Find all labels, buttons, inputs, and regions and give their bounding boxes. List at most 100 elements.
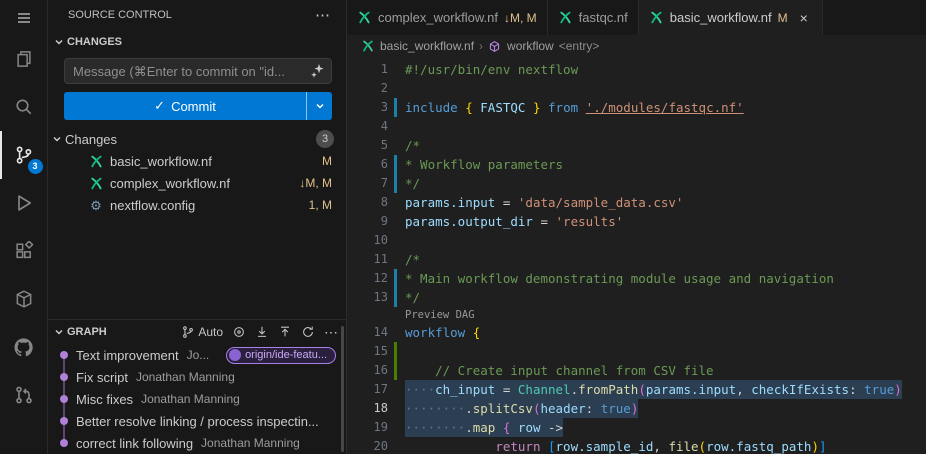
code-line: 1 #!/usr/bin/env nextflow <box>347 60 926 79</box>
nextflow-file-icon <box>649 10 664 25</box>
editor-tab[interactable]: fastqc.nf <box>548 0 639 35</box>
git-gutter <box>394 307 397 323</box>
extensions-button[interactable] <box>0 227 48 275</box>
line-number[interactable]: 16 <box>347 361 388 380</box>
tab-close-icon[interactable]: × <box>796 10 812 26</box>
line-content[interactable]: ········.splitCsv(header: true) <box>405 399 638 418</box>
line-number[interactable]: 5 <box>347 136 388 155</box>
commit-row[interactable]: Better resolve linking / process inspect… <box>48 410 346 432</box>
explorer-button[interactable] <box>0 35 48 83</box>
graph-controls: Auto ⋯ <box>181 324 338 341</box>
nextflow-file-icon <box>89 176 104 191</box>
line-number[interactable]: 18 <box>347 399 388 418</box>
line-content[interactable]: */ <box>405 288 420 307</box>
commit-row[interactable]: Misc fixesJonathan Manning <box>48 388 346 410</box>
line-number[interactable]: 2 <box>347 79 388 98</box>
changes-section-header[interactable]: CHANGES <box>48 30 346 54</box>
commit-row[interactable]: correct link followingJonathan Manning <box>48 432 346 454</box>
line-number[interactable]: 20 <box>347 437 388 454</box>
code-line: 15 <box>347 342 926 361</box>
line-number[interactable]: 1 <box>347 60 388 79</box>
run-debug-button[interactable] <box>0 179 48 227</box>
commit-message: Fix script <box>76 370 128 385</box>
search-button[interactable] <box>0 83 48 131</box>
branch-icon <box>181 325 195 339</box>
line-content[interactable]: /* <box>405 250 420 269</box>
line-number[interactable]: 19 <box>347 418 388 437</box>
arrow-down-icon <box>255 325 269 339</box>
code-editor[interactable]: 1 #!/usr/bin/env nextflow 23 include { FAST… <box>347 57 926 454</box>
source-control-button[interactable]: 3 <box>0 131 48 179</box>
line-content[interactable]: // Create input channel from CSV file <box>405 361 714 380</box>
changed-file-row[interactable]: ⚙nextflow.config1, M <box>48 194 346 216</box>
line-content[interactable]: workflow { <box>405 323 480 342</box>
graph-more-actions-icon[interactable]: ⋯ <box>324 324 338 341</box>
editor-tab[interactable]: complex_workflow.nf↓M, M <box>347 0 548 35</box>
line-content[interactable]: params.input = 'data/sample_data.csv' <box>405 193 683 212</box>
graph-section-header[interactable]: GRAPH Auto <box>48 320 346 344</box>
git-gutter <box>394 212 397 231</box>
line-content[interactable]: /* <box>405 136 420 155</box>
breadcrumb-entry[interactable]: <entry> <box>559 39 600 53</box>
commit-author: Jo... <box>187 348 210 362</box>
line-content[interactable]: * Workflow parameters <box>405 155 563 174</box>
graph-auto-toggle[interactable]: Auto <box>181 325 223 339</box>
line-content[interactable]: ····ch_input = Channel.fromPath(params.i… <box>405 380 902 399</box>
menu-button[interactable] <box>0 0 48 35</box>
line-number[interactable]: 14 <box>347 323 388 342</box>
refresh-button[interactable] <box>301 325 315 339</box>
commit-row[interactable]: Fix scriptJonathan Manning <box>48 366 346 388</box>
changed-file-row[interactable]: basic_workflow.nfM <box>48 150 346 172</box>
line-number[interactable]: 17 <box>347 380 388 399</box>
sidebar-scrollbar[interactable] <box>341 326 344 452</box>
line-number[interactable]: 6 <box>347 155 388 174</box>
commit-button[interactable]: ✓ Commit <box>64 92 306 120</box>
breadcrumb-symbol[interactable]: workflow <box>507 39 554 53</box>
line-content[interactable]: * Main workflow demonstrating module usa… <box>405 269 834 288</box>
copilot-sparkle-icon[interactable] <box>310 63 326 79</box>
git-addified-gutter-bar <box>394 361 397 380</box>
line-number[interactable]: 9 <box>347 212 388 231</box>
codelens-link[interactable]: Preview DAG <box>405 307 475 323</box>
line-content[interactable]: */ <box>405 174 420 193</box>
branch-ref-pill[interactable]: origin/ide-featu... <box>226 347 336 364</box>
github-button[interactable] <box>0 323 48 371</box>
line-content[interactable]: include { FASTQC } from './modules/fastq… <box>405 98 744 117</box>
git-gutter <box>394 60 397 79</box>
remote-explorer-button[interactable] <box>0 275 48 323</box>
line-content[interactable]: params.output_dir = 'results' <box>405 212 623 231</box>
code-line: 14 workflow { <box>347 323 926 342</box>
line-number[interactable]: 8 <box>347 193 388 212</box>
line-content[interactable]: ········.map { row -> <box>405 418 563 437</box>
code-line: 13 */ <box>347 288 926 307</box>
line-number[interactable]: 3 <box>347 98 388 117</box>
line-number[interactable]: 12 <box>347 269 388 288</box>
git-gutter <box>394 437 397 454</box>
line-number[interactable]: 15 <box>347 342 388 361</box>
sidebar-more-actions-icon[interactable]: ⋯ <box>311 6 334 24</box>
line-content[interactable]: #!/usr/bin/env nextflow <box>405 60 578 79</box>
tab-label: complex_workflow.nf <box>378 10 498 25</box>
line-number[interactable]: 10 <box>347 231 388 250</box>
nextflow-file-icon <box>361 39 375 53</box>
nextflow-icon-wrap <box>88 153 104 169</box>
code-line: 16 // Create input channel from CSV file <box>347 361 926 380</box>
changed-file-row[interactable]: complex_workflow.nf↓M, M <box>48 172 346 194</box>
fetch-button[interactable] <box>255 325 269 339</box>
graph-section: GRAPH Auto <box>48 319 346 454</box>
editor-tab[interactable]: basic_workflow.nfM× <box>639 0 823 35</box>
pull-requests-button[interactable] <box>0 371 48 419</box>
commit-row[interactable]: Text improvementJo...origin/ide-featu... <box>48 344 346 366</box>
commit-dropdown-button[interactable] <box>306 92 332 120</box>
line-number[interactable]: 11 <box>347 250 388 269</box>
graph-target-button[interactable] <box>232 325 246 339</box>
push-button[interactable] <box>278 325 292 339</box>
breadcrumb-file[interactable]: basic_workflow.nf <box>380 39 474 53</box>
line-number[interactable]: 4 <box>347 117 388 136</box>
line-number[interactable]: 13 <box>347 288 388 307</box>
chevron-down-icon <box>54 327 64 337</box>
line-number[interactable]: 7 <box>347 174 388 193</box>
commit-message-input[interactable] <box>64 58 332 84</box>
changes-tree-item[interactable]: Changes 3 <box>48 128 346 150</box>
line-content[interactable]: return [row.sample_id, file(row.fastq_pa… <box>405 437 827 454</box>
